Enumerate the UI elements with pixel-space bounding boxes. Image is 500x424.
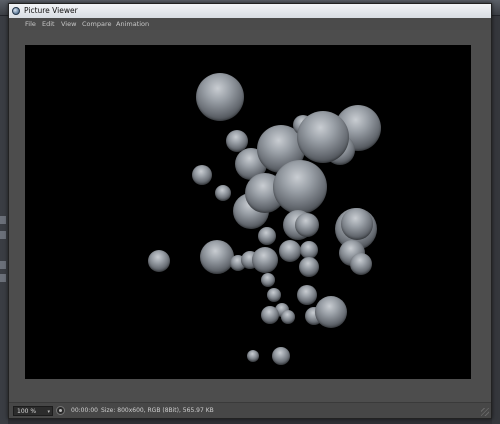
panel-tab-icon[interactable]	[0, 261, 6, 269]
sphere	[192, 165, 212, 185]
sphere	[350, 253, 372, 275]
sphere	[279, 240, 301, 262]
sphere	[261, 273, 275, 287]
menu-view[interactable]: View	[61, 20, 76, 28]
menu-edit[interactable]: Edit	[42, 20, 55, 28]
sphere	[200, 240, 234, 274]
resize-grip-icon[interactable]	[481, 408, 489, 416]
window-title: Picture Viewer	[24, 6, 78, 15]
sphere	[273, 160, 327, 214]
background-right-panel	[492, 16, 500, 424]
title-bar[interactable]: Picture Viewer	[9, 4, 491, 18]
menu-compare[interactable]: Compare	[82, 20, 112, 28]
sphere	[261, 306, 279, 324]
zoom-fit-button[interactable]	[56, 406, 65, 415]
panel-tab-icon[interactable]	[0, 274, 6, 282]
sphere	[299, 257, 319, 277]
sphere	[297, 111, 349, 163]
sphere	[247, 350, 259, 362]
sphere	[252, 247, 278, 273]
sphere	[267, 288, 281, 302]
sphere	[341, 208, 373, 240]
background-left-panel	[0, 16, 8, 424]
image-canvas-area[interactable]	[9, 30, 491, 402]
menu-file[interactable]: File	[25, 20, 36, 28]
menu-bar: File Edit View Compare Animation	[9, 18, 491, 30]
sphere	[148, 250, 170, 272]
status-bar: 100 % ▾ 00:00:00 Size: 800x600, RGB (8Bi…	[9, 402, 491, 418]
picture-viewer-window: Picture Viewer File Edit View Compare An…	[8, 3, 492, 419]
menu-animation[interactable]: Animation	[116, 20, 149, 28]
zoom-value: 100 %	[17, 408, 37, 415]
zoom-select[interactable]: 100 % ▾	[13, 406, 53, 416]
sphere	[315, 296, 347, 328]
sphere	[295, 213, 319, 237]
panel-tab-icon[interactable]	[0, 216, 6, 224]
sphere	[196, 73, 244, 121]
sphere	[281, 310, 295, 324]
sphere	[297, 285, 317, 305]
sphere	[272, 347, 290, 365]
sphere	[215, 185, 231, 201]
timecode: 00:00:00	[71, 407, 98, 414]
panel-tab-icon[interactable]	[0, 231, 6, 239]
image-info: Size: 800x600, RGB (8Bit), 565.97 KB	[101, 407, 214, 414]
sphere	[258, 227, 276, 245]
rendered-spheres-image	[25, 45, 471, 379]
picture-viewer-app-icon	[12, 7, 20, 15]
chevron-down-icon: ▾	[47, 409, 50, 415]
